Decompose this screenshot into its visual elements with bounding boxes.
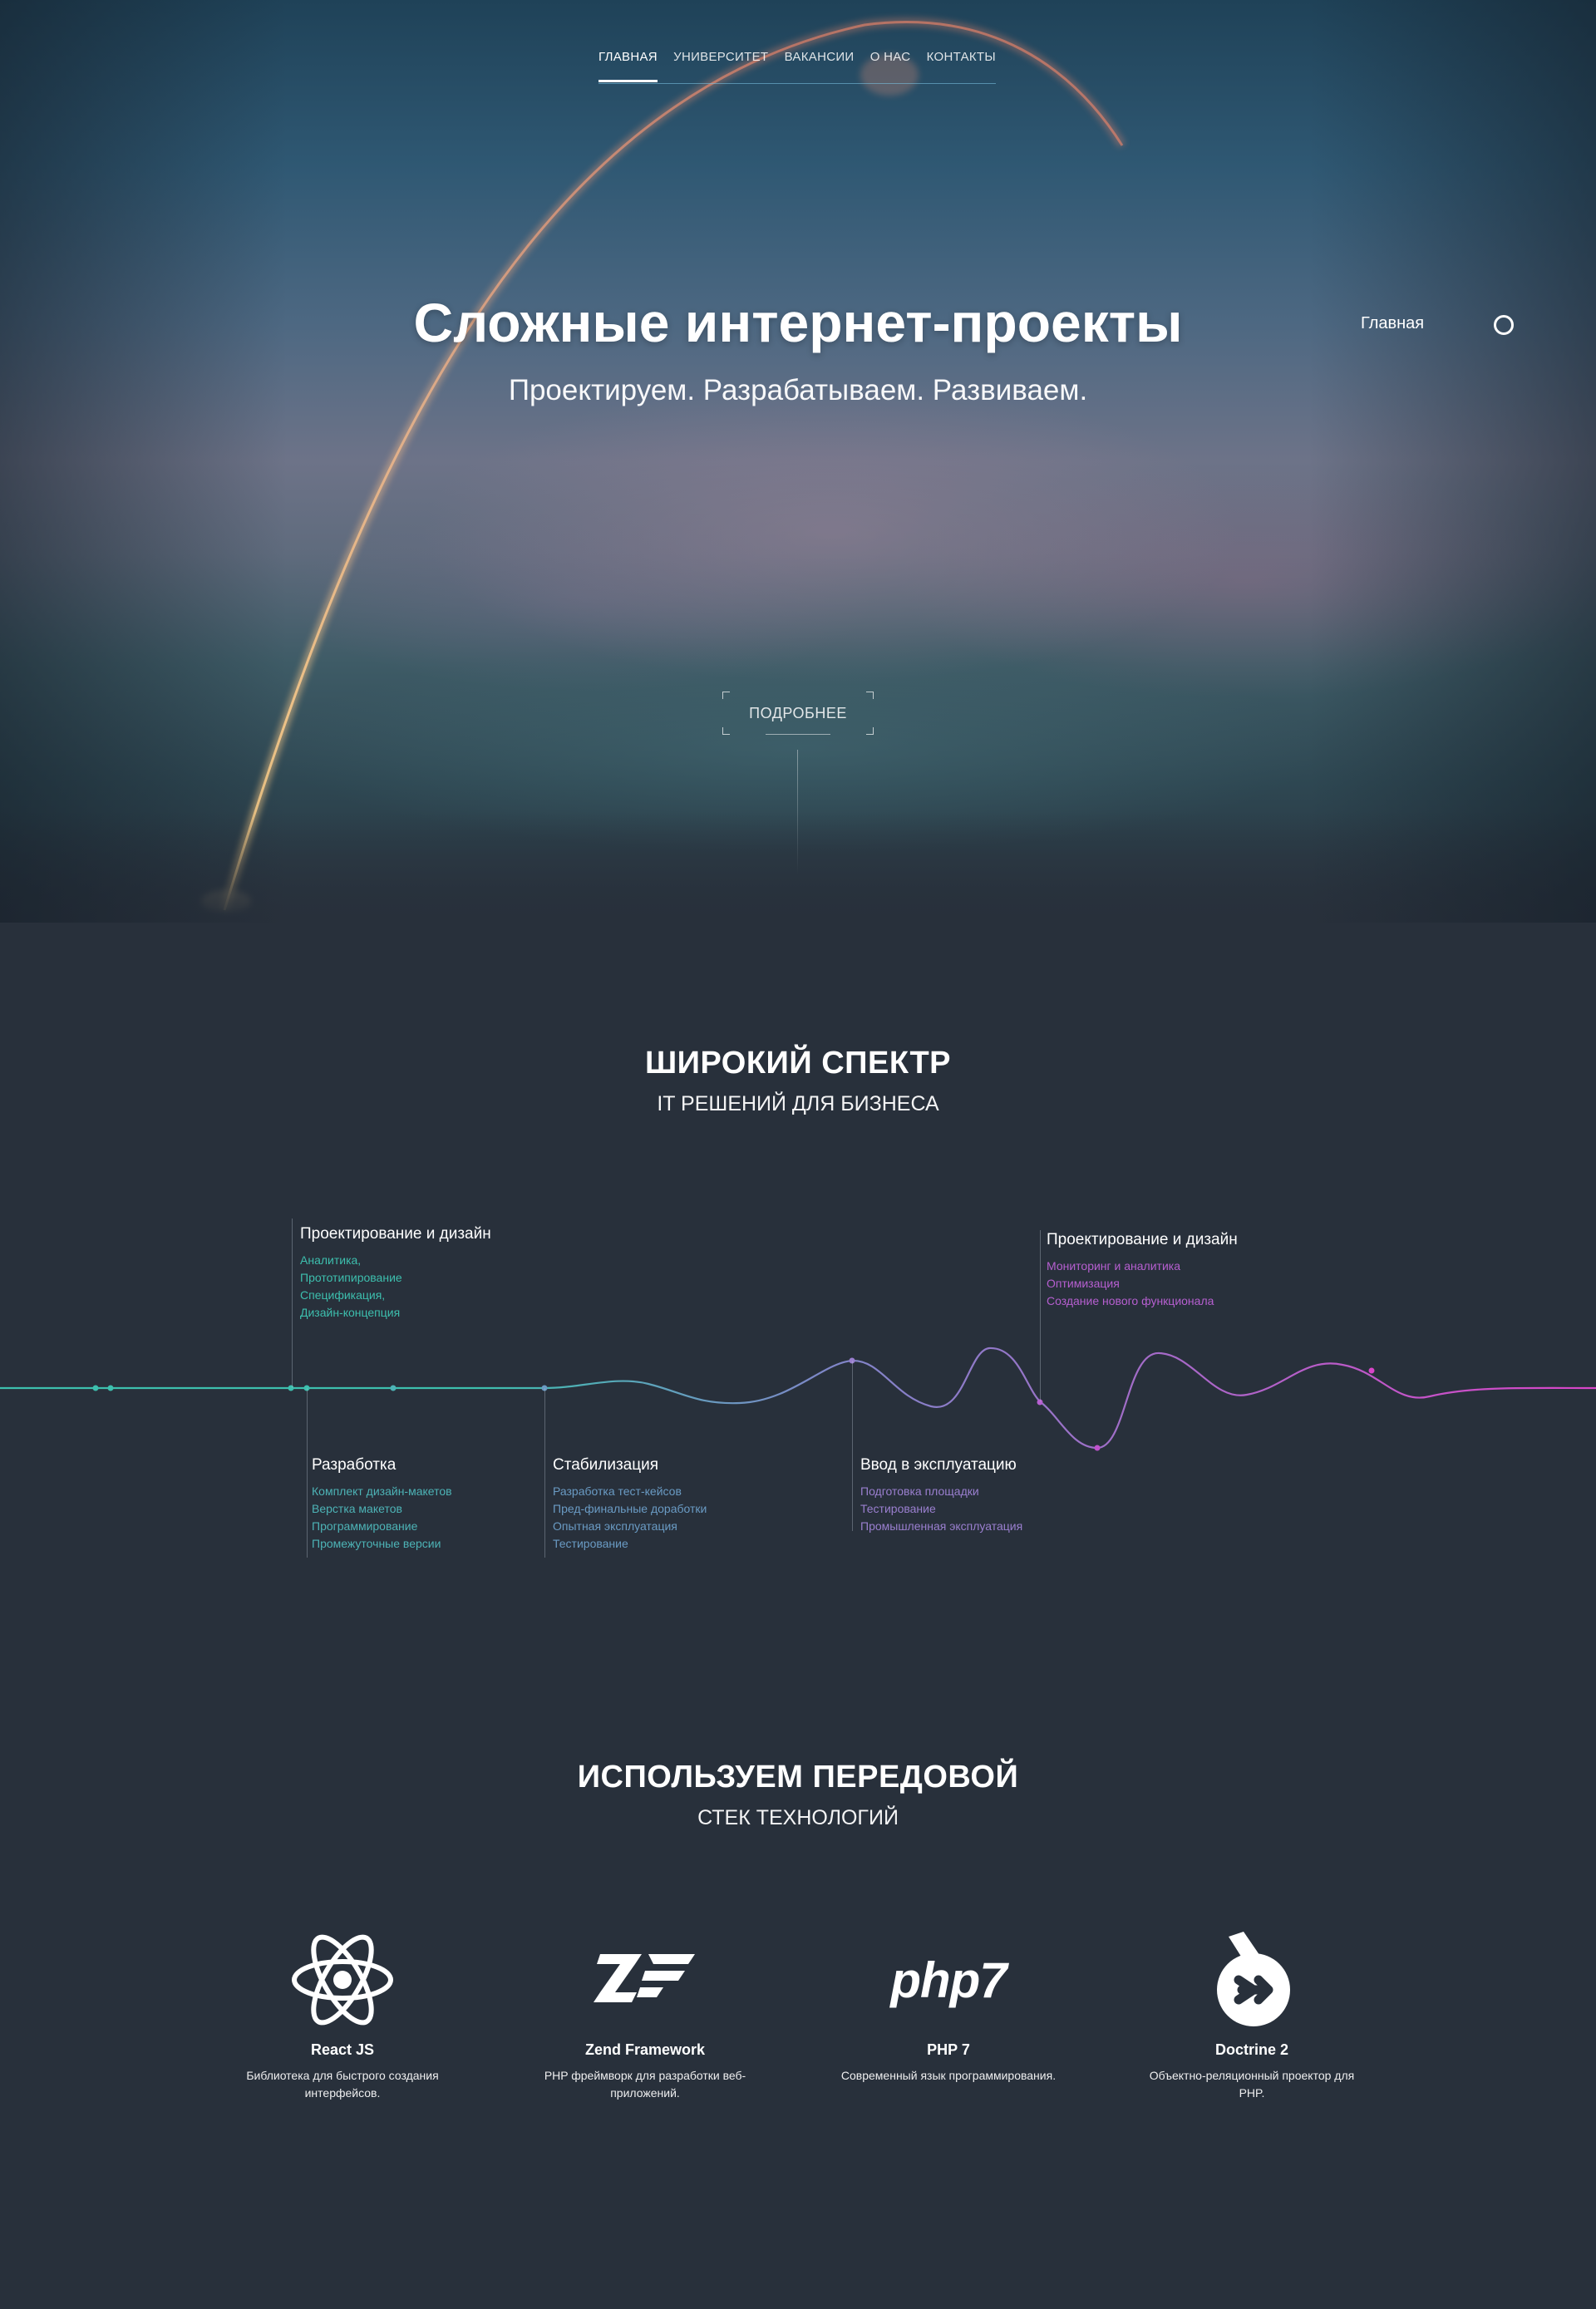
stage-stabilization: Стабилизация Разработка тест-кейсов Пред…	[553, 1456, 707, 1553]
stage-deployment: Ввод в эксплуатацию Подготовка площадки …	[860, 1456, 1022, 1535]
hero-section: ГЛАВНАЯ УНИВЕРСИТЕТ ВАКАНСИИ О НАС КОНТА…	[0, 0, 1596, 923]
side-nav-dot-icon[interactable]	[1494, 315, 1514, 335]
nav-item-university[interactable]: УНИВЕРСИТЕТ	[673, 48, 768, 81]
tech-desc: PHP фреймворк для разработки веб-приложе…	[544, 2069, 746, 2100]
tech-doctrine: Doctrine 2 Объектно-реляционный проектор…	[1127, 1930, 1377, 2102]
stage-design: Проектирование и дизайн Аналитика, Прото…	[300, 1225, 491, 1322]
stage-item: Программирование	[312, 1519, 418, 1533]
tech-name: PHP 7	[927, 2041, 970, 2058]
stage-item: Создание нового функционала	[1047, 1294, 1214, 1307]
stage-item: Промышленная эксплуатация	[860, 1519, 1023, 1533]
stage-title: Ввод в эксплуатацию	[860, 1456, 1017, 1474]
php7-logo-icon: php7	[824, 1930, 1073, 2030]
stage-item: Аналитика,	[300, 1253, 362, 1267]
timeline-dot	[288, 1385, 294, 1391]
tech-php7: php7 PHP 7 Современный язык программиров…	[824, 1930, 1073, 2085]
tech-name: Doctrine 2	[1214, 2041, 1289, 2058]
stage-item: Дизайн-концепция	[300, 1306, 401, 1319]
tech-name: React JS	[310, 2041, 375, 2058]
nav-item-contacts[interactable]: КОНТАКТЫ	[927, 48, 996, 81]
main-nav: ГЛАВНАЯ УНИВЕРСИТЕТ ВАКАНСИИ О НАС КОНТА…	[598, 48, 996, 84]
stage-item: Тестирование	[553, 1537, 628, 1550]
stage-item: Тестирование	[860, 1502, 936, 1515]
timeline-connector	[307, 1388, 308, 1558]
stage-item: Оптимизация	[1047, 1277, 1120, 1290]
timeline-connector	[544, 1388, 545, 1558]
zend-logo-icon	[520, 1930, 770, 2030]
spectrum-subtitle: IT РЕШЕНИЙ ДЛЯ БИЗНЕСА	[657, 1092, 939, 1115]
stage-item: Прототипирование	[300, 1271, 402, 1284]
stage-item: Подготовка площадки	[860, 1484, 979, 1498]
stage-title: Проектирование и дизайн	[1047, 1231, 1238, 1248]
stack-title: ИСПОЛЬЗУЕМ ПЕРЕДОВОЙ	[577, 1760, 1019, 1795]
timeline-dot	[92, 1385, 99, 1391]
timeline-dot	[107, 1385, 114, 1391]
side-nav-label[interactable]: Главная	[1361, 314, 1424, 333]
more-button-label: ПОДРОБНЕЕ	[749, 704, 847, 721]
stage-title: Проектирование и дизайн	[300, 1225, 491, 1243]
timeline-dot	[1368, 1367, 1375, 1374]
stage-item: Верстка макетов	[312, 1502, 402, 1515]
stage-item: Спецификация,	[300, 1288, 386, 1302]
stage-item: Разработка тест-кейсов	[553, 1484, 682, 1498]
stage-development: Разработка Комплект дизайн-макетов Верст…	[312, 1456, 452, 1553]
nav-item-home[interactable]: ГЛАВНАЯ	[598, 48, 658, 82]
timeline-connector	[852, 1361, 853, 1531]
stage-item: Пред-финальные доработки	[553, 1502, 707, 1515]
doctrine-logo-icon	[1127, 1930, 1377, 2030]
tech-react: React JS Библиотека для быстрого создани…	[218, 1930, 467, 2102]
tech-zend: Zend Framework PHP фреймворк для разрабо…	[520, 1930, 770, 2102]
stage-item: Опытная эксплуатация	[553, 1519, 677, 1533]
hero-subtitle: Проектируем. Разрабатываем. Развиваем.	[508, 374, 1088, 406]
spectrum-title: ШИРОКИЙ СПЕКТР	[644, 1046, 952, 1081]
more-button[interactable]: ПОДРОБНЕЕ	[722, 692, 874, 735]
stage-item: Мониторинг и аналитика	[1047, 1259, 1180, 1273]
php7-logo-text: php7	[890, 1952, 1007, 2008]
timeline-connector	[292, 1219, 293, 1388]
tech-name: Zend Framework	[584, 2041, 706, 2058]
tech-desc: Библиотека для быстрого создания интерфе…	[246, 2069, 439, 2100]
stack-subtitle: СТЕК ТЕХНОЛОГИЙ	[697, 1806, 899, 1829]
stage-support: Проектирование и дизайн Мониторинг и ана…	[1047, 1231, 1238, 1310]
tech-desc: Объектно-реляционный проектор для PHP.	[1149, 2069, 1355, 2100]
nav-item-vacancies[interactable]: ВАКАНСИИ	[785, 48, 855, 81]
scroll-down-line	[797, 750, 798, 874]
stage-item: Промежуточные версии	[312, 1537, 441, 1550]
timeline-dot	[1094, 1445, 1101, 1451]
nav-item-about[interactable]: О НАС	[870, 48, 911, 81]
stage-item: Комплект дизайн-макетов	[312, 1484, 452, 1498]
react-logo-icon	[218, 1930, 467, 2030]
timeline-wave	[0, 1347, 1596, 1451]
stage-title: Стабилизация	[553, 1456, 659, 1474]
stage-title: Разработка	[312, 1456, 397, 1474]
hero-title: Сложные интернет-проекты	[413, 292, 1183, 353]
tech-desc: Современный язык программирования.	[840, 2069, 1057, 2082]
timeline-dot	[390, 1385, 397, 1391]
timeline-connector	[1040, 1230, 1041, 1402]
timeline-dots	[92, 1357, 1375, 1451]
